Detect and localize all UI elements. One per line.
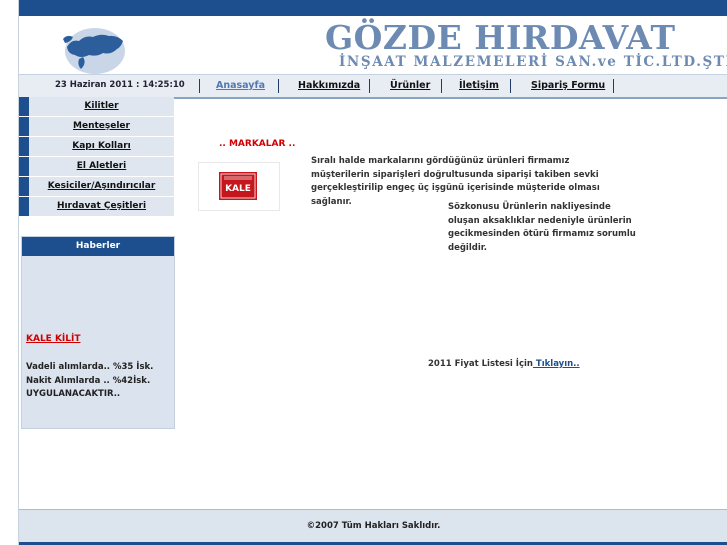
sidebar-item-cutters-abrasives[interactable]: Kesiciler/Aşındırıcılar [19,177,174,196]
price-list-line: 2011 Fiyat Listesi İçin Tıklayın.. [428,359,580,369]
footer: ©2007 Tüm Hakları Saklıdır. [19,509,727,543]
sidebar-item-hand-tools[interactable]: El Aletleri [19,157,174,176]
info-paragraph-disclaimer: Sözkonusu Ürünlerin nakliyesinde oluşan … [448,202,636,253]
brand-title: GÖZDE HIRDAVAT [325,18,676,57]
nav-products[interactable]: Ürünler [390,80,430,91]
nav-separator [441,79,442,93]
sidebar-menu: Kilitler Menteşeler Kapı Kolları El Alet… [19,97,174,217]
nav-separator [369,79,370,93]
news-panel: Haberler KALE KİLİT Vadeli alımlarda.. %… [21,236,175,429]
nav-order-form[interactable]: Sipariş Formu [531,80,605,91]
news-line: Vadeli alımlarda.. %35 İsk. [26,362,154,372]
top-bar [19,0,727,16]
copyright-text: ©2007 Tüm Hakları Saklıdır. [306,521,441,531]
price-list-link[interactable]: Tıklayın.. [533,359,580,369]
nav-separator [199,79,200,93]
sidebar-item-locks[interactable]: Kilitler [19,97,174,116]
sidebar-item-hardware-types[interactable]: Hırdavat Çeşitleri [19,197,174,216]
news-line: UYGULANACAKTIR.. [26,389,121,399]
sidebar-item-hinges[interactable]: Menteşeler [19,117,174,136]
brand-subtitle: İNŞAAT MALZEMELERİ SAN.ve TİC.LTD.ŞTİ. [339,54,727,70]
news-body: Vadeli alımlarda.. %35 İsk. Nakit Alımla… [26,361,153,402]
nav-separator [613,79,614,93]
news-link-kale[interactable]: KALE KİLİT [26,334,81,344]
news-title: Haberler [22,237,174,256]
turkey-map-icon[interactable] [57,17,129,75]
page-container: GÖZDE HIRDAVAT İNŞAAT MALZEMELERİ SAN.ve… [18,0,727,545]
brands-heading: .. MARKALAR .. [219,139,296,149]
nav-contact[interactable]: İletişim [459,80,499,91]
news-line: Nakit Alımlarda .. %42İsk. [26,375,151,386]
kale-logo-icon: KALE [219,172,257,200]
nav-separator [510,79,511,93]
kale-logo-text: KALE [225,184,251,194]
sidebar-item-door-handles[interactable]: Kapı Kolları [19,137,174,156]
site-header: GÖZDE HIRDAVAT İNŞAAT MALZEMELERİ SAN.ve… [19,16,727,74]
brand-logo-link[interactable]: KALE [198,162,280,211]
nav-separator [278,79,279,93]
nav-home[interactable]: Anasayfa [216,80,265,91]
price-list-text: 2011 Fiyat Listesi İçin [428,359,533,369]
nav-about[interactable]: Hakkımızda [298,80,360,91]
date-time: 23 Haziran 2011 : 14:25:10 [55,80,185,90]
nav-bar: 23 Haziran 2011 : 14:25:10 Anasayfa Hakk… [19,74,727,99]
